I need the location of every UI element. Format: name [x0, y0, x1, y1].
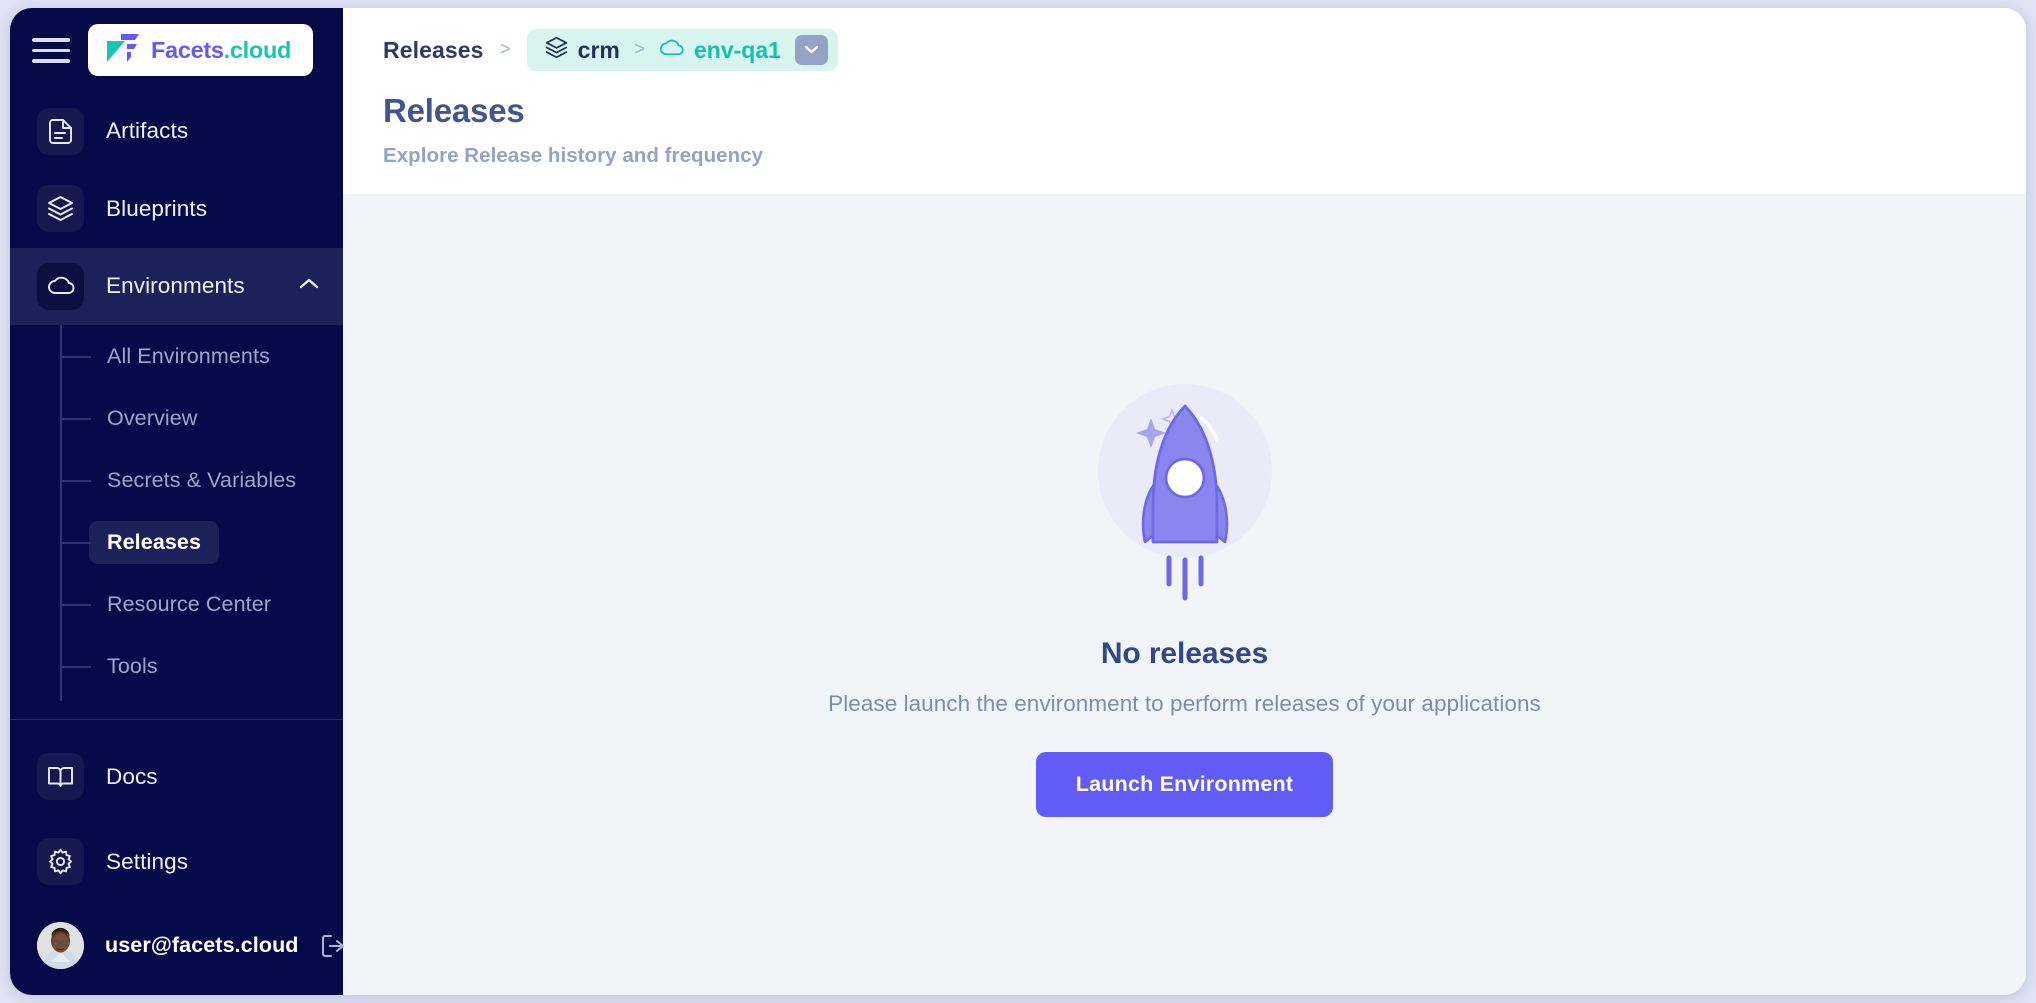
sidebar-item-all-environments[interactable]: All Environments — [10, 325, 343, 387]
cloud-icon — [659, 37, 684, 64]
environments-subnav: All Environments Overview Secrets & Vari… — [10, 325, 343, 713]
tree-branch — [60, 604, 91, 607]
gear-icon — [37, 838, 84, 885]
hamburger-menu-icon[interactable] — [32, 35, 70, 65]
tree-branch — [60, 356, 91, 359]
sidebar-divider — [10, 719, 343, 720]
avatar — [37, 922, 84, 969]
user-email: user@facets.cloud — [105, 933, 299, 957]
breadcrumb-scope-pill: crm > env-qa1 — [526, 29, 838, 71]
breadcrumb: Releases > crm > env-qa1 — [343, 29, 2026, 71]
empty-state-description: Please launch the environment to perform… — [828, 691, 1541, 716]
page-subtitle: Explore Release history and frequency — [383, 144, 764, 167]
sidebar-item-settings[interactable]: Settings — [10, 819, 343, 904]
sidebar-item-secrets-and-variables[interactable]: Secrets & Variables — [10, 449, 343, 511]
page-title: Releases — [383, 92, 525, 129]
launch-environment-button[interactable]: Launch Environment — [1035, 752, 1334, 817]
sidebar-item-tools[interactable]: Tools — [10, 635, 343, 697]
tree-branch — [60, 542, 91, 545]
sidebar-item-environments[interactable]: Environments — [10, 247, 343, 326]
sidebar-header: Facets.cloud — [10, 8, 343, 93]
sidebar-item-label: Environments — [106, 273, 245, 299]
sidebar-subitem-label: Resource Center — [107, 591, 272, 616]
cloud-icon — [37, 262, 84, 310]
sidebar-subitem-label: Releases — [89, 520, 220, 564]
breadcrumb-environment-label: env-qa1 — [693, 36, 781, 63]
layers-icon — [545, 36, 568, 65]
sidebar-item-docs[interactable]: Docs — [10, 734, 343, 819]
facets-logo-icon — [106, 33, 140, 68]
sidebar-item-blueprints[interactable]: Blueprints — [10, 170, 343, 247]
sidebar-item-artifacts[interactable]: Artifacts — [10, 93, 343, 170]
empty-state: No releases Please launch the environmen… — [828, 366, 1541, 817]
sidebar-item-overview[interactable]: Overview — [10, 387, 343, 449]
sidebar-item-resource-center[interactable]: Resource Center — [10, 573, 343, 635]
layers-icon — [37, 185, 84, 233]
empty-state-title: No releases — [1100, 637, 1269, 670]
rocket-illustration — [1065, 366, 1305, 611]
sidebar-subitem-label: All Environments — [107, 343, 270, 368]
breadcrumb-separator: > — [633, 39, 645, 60]
tree-branch — [60, 666, 91, 669]
sidebar-subitem-label: Secrets & Variables — [107, 467, 297, 492]
sidebar-item-label: Docs — [106, 763, 158, 789]
sidebar: Facets.cloud Artifacts Blueprints Enviro… — [10, 8, 346, 995]
sidebar-subitem-label: Tools — [107, 653, 158, 678]
book-icon — [37, 753, 84, 800]
content-area: No releases Please launch the environmen… — [343, 194, 2026, 995]
tree-branch — [60, 480, 91, 483]
breadcrumb-separator: > — [499, 39, 511, 60]
user-account-row[interactable]: user@facets.cloud — [10, 904, 346, 995]
sidebar-item-label: Settings — [106, 848, 189, 874]
sidebar-item-label: Artifacts — [106, 118, 189, 144]
chevron-up-icon[interactable] — [299, 277, 319, 295]
brand-logo-text: Facets.cloud — [151, 36, 292, 63]
breadcrumb-project-label: crm — [577, 36, 620, 63]
breadcrumb-project[interactable]: crm — [545, 36, 620, 65]
chevron-down-icon — [804, 41, 819, 59]
app-window: Facets.cloud Artifacts Blueprints Enviro… — [10, 8, 2026, 995]
sidebar-item-label: Blueprints — [106, 195, 208, 221]
brand-logo[interactable]: Facets.cloud — [88, 24, 314, 77]
sidebar-item-releases[interactable]: Releases — [10, 511, 343, 573]
page-header: Releases > crm > env-qa1 Releases Explor… — [343, 8, 2026, 194]
document-icon — [37, 107, 84, 155]
environment-dropdown-button[interactable] — [794, 35, 828, 65]
sidebar-subitem-label: Overview — [107, 405, 198, 430]
main-content: Releases > crm > env-qa1 Releases Explor… — [343, 8, 2026, 995]
tree-branch — [60, 418, 91, 421]
breadcrumb-environment[interactable]: env-qa1 — [659, 37, 781, 64]
breadcrumb-root[interactable]: Releases — [383, 37, 484, 64]
logout-icon[interactable] — [320, 933, 346, 959]
sidebar-footer-nav: Docs Settings user@facets.cloud — [10, 734, 346, 995]
